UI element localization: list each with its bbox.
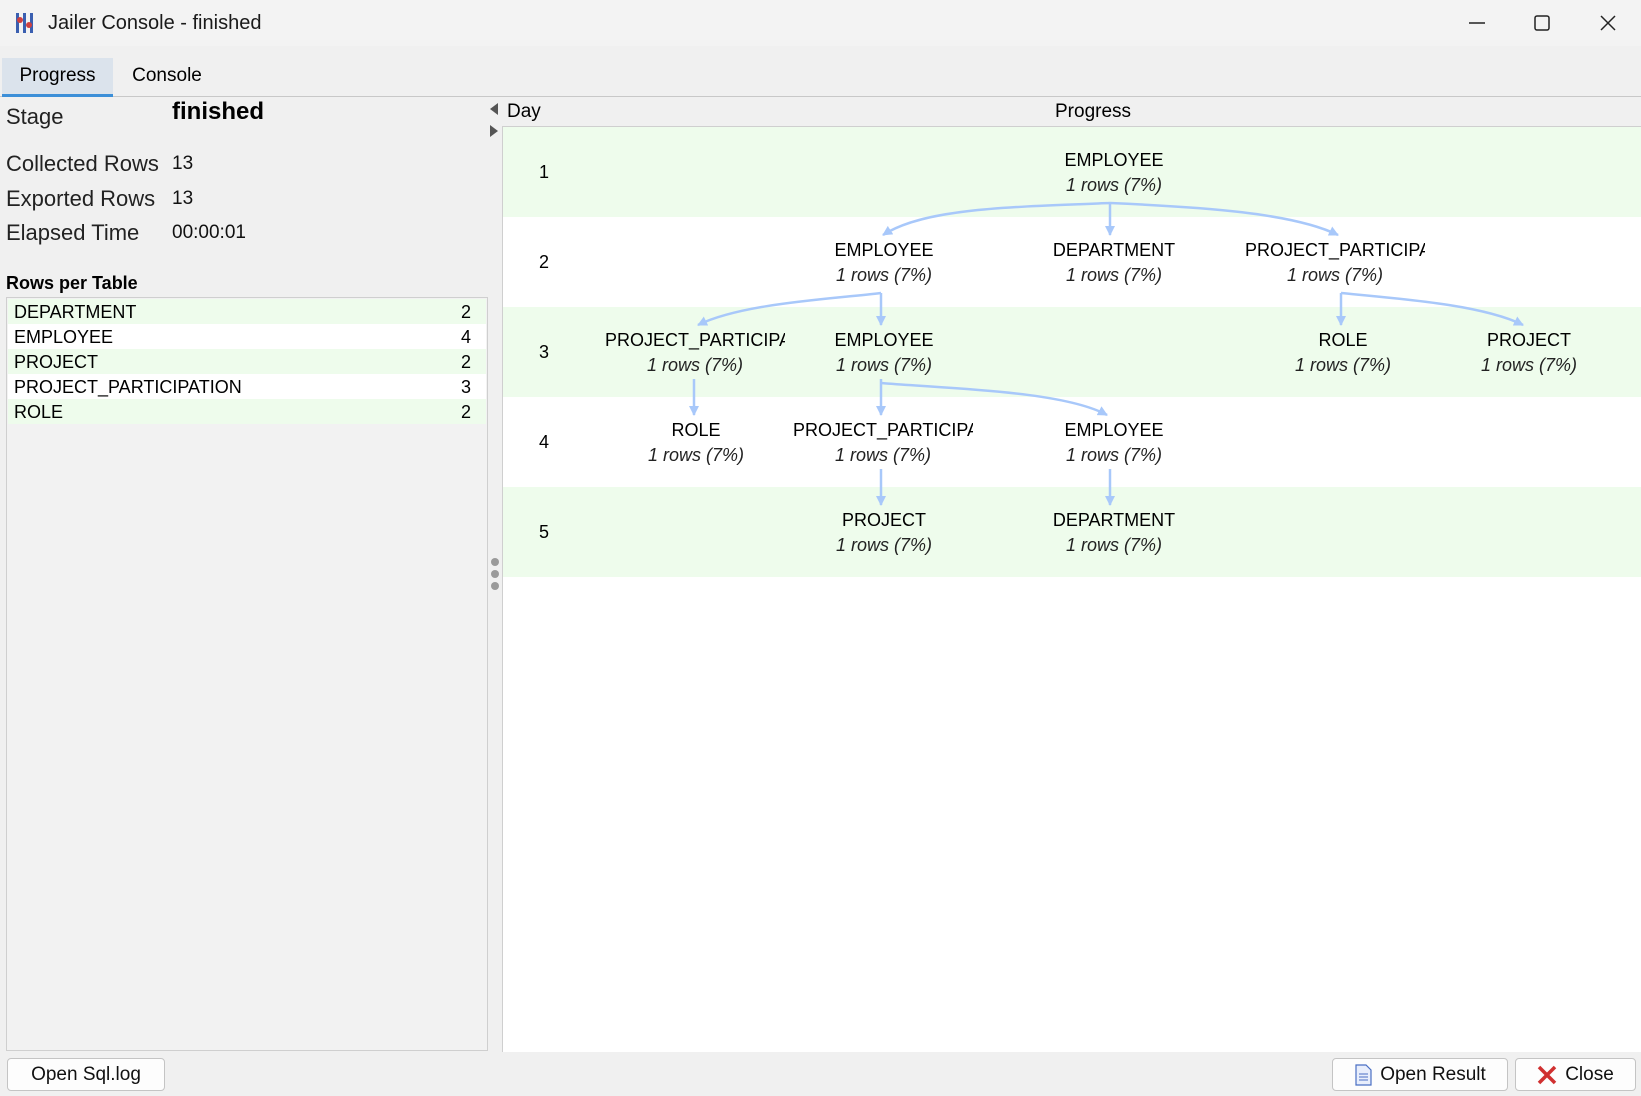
- day-column-header: Day: [507, 101, 541, 122]
- minimize-button[interactable]: [1445, 0, 1509, 46]
- table-row[interactable]: EMPLOYEE 4: [8, 324, 486, 349]
- graph-node[interactable]: PROJECT_PARTICIPA 1 rows (7%): [605, 330, 785, 376]
- node-table: EMPLOYEE: [834, 240, 934, 260]
- node-table: PROJECT_PARTICIPA: [605, 330, 785, 350]
- row-count: 2: [460, 402, 471, 422]
- elapsed-time-value: 00:00:01: [172, 222, 246, 243]
- node-table: PROJECT: [1486, 330, 1571, 350]
- node-table: PROJECT_PARTICIPA: [1245, 240, 1425, 260]
- stage-label: Stage: [6, 104, 64, 129]
- node-rows: 1 rows (7%): [835, 265, 933, 285]
- table-name: PROJECT: [14, 352, 99, 372]
- table-name: DEPARTMENT: [14, 302, 137, 322]
- node-table: DEPARTMENT: [1052, 240, 1176, 260]
- node-rows: 1 rows (7%): [1294, 355, 1392, 375]
- close-button[interactable]: Close: [1515, 1058, 1636, 1091]
- table-name: PROJECT_PARTICIPATION: [14, 377, 242, 397]
- node-rows: 1 rows (7%): [835, 355, 933, 375]
- app-icon: [13, 11, 37, 35]
- table-name: ROLE: [14, 402, 64, 422]
- close-icon: [1600, 15, 1616, 31]
- window-title: Jailer Console - finished: [48, 12, 262, 34]
- node-rows: 1 rows (7%): [1065, 445, 1163, 465]
- node-rows: 1 rows (7%): [1480, 355, 1578, 375]
- table-row[interactable]: PROJECT_PARTICIPATION 3: [8, 374, 486, 399]
- document-icon: [1355, 1063, 1372, 1086]
- minimize-icon: [1469, 22, 1485, 24]
- splitter-grip[interactable]: [491, 582, 499, 590]
- maximize-button[interactable]: [1510, 0, 1574, 46]
- collected-rows-value: 13: [172, 153, 194, 174]
- node-table: ROLE: [671, 420, 721, 440]
- node-rows: 1 rows (7%): [1065, 175, 1163, 195]
- maximize-icon: [1534, 15, 1550, 31]
- table-row[interactable]: DEPARTMENT 2: [8, 299, 486, 324]
- stage-value: finished: [172, 98, 265, 125]
- graph-node[interactable]: EMPLOYEE 1 rows (7%): [1014, 150, 1214, 196]
- exported-rows-value: 13: [172, 188, 194, 209]
- open-result-button[interactable]: Open Result: [1332, 1058, 1508, 1091]
- graph-node[interactable]: PROJECT_PARTICIPA 1 rows (7%): [1245, 240, 1425, 286]
- graph-node[interactable]: EMPLOYEE 1 rows (7%): [784, 240, 984, 286]
- splitter-grip[interactable]: [491, 558, 499, 566]
- row-count: 2: [460, 302, 471, 322]
- elapsed-time-label: Elapsed Time: [6, 220, 140, 245]
- graph-node[interactable]: EMPLOYEE 1 rows (7%): [1014, 420, 1214, 466]
- open-sql-log-button[interactable]: Open Sql.log: [7, 1058, 165, 1091]
- graph-node[interactable]: DEPARTMENT 1 rows (7%): [1014, 510, 1214, 556]
- row-count: 3: [460, 377, 471, 397]
- node-table: DEPARTMENT: [1052, 510, 1176, 530]
- open-result-label: Open Result: [1380, 1063, 1486, 1085]
- rows-per-table-heading: Rows per Table: [6, 273, 138, 293]
- progress-column-header: Progress: [1055, 101, 1132, 122]
- progress-graph: 1 2 3 4 5 EMPLOYEE 1 rows (7%) EMPLOYEE 1 …: [502, 126, 1641, 1052]
- row-count: 2: [460, 352, 471, 372]
- node-rows: 1 rows (7%): [647, 445, 745, 465]
- node-table: EMPLOYEE: [834, 330, 934, 350]
- tab-progress[interactable]: Progress: [2, 58, 113, 97]
- collapse-left-icon[interactable]: [490, 102, 498, 120]
- graph-node[interactable]: DEPARTMENT 1 rows (7%): [1014, 240, 1214, 286]
- node-rows: 1 rows (7%): [646, 355, 744, 375]
- red-x-icon: [1537, 1065, 1557, 1084]
- table-name: EMPLOYEE: [14, 327, 114, 347]
- expand-right-icon[interactable]: [490, 124, 498, 142]
- node-rows: 1 rows (7%): [1065, 265, 1163, 285]
- close-window-button[interactable]: [1576, 0, 1640, 46]
- table-row[interactable]: PROJECT 2: [8, 349, 486, 374]
- node-table: EMPLOYEE: [1064, 150, 1164, 170]
- close-label: Close: [1565, 1063, 1614, 1085]
- graph-node[interactable]: PROJECT_PARTICIPA 1 rows (7%): [793, 420, 973, 466]
- graph-node[interactable]: PROJECT 1 rows (7%): [1429, 330, 1629, 376]
- node-rows: 1 rows (7%): [835, 535, 933, 555]
- node-rows: 1 rows (7%): [1286, 265, 1384, 285]
- graph-node[interactable]: EMPLOYEE 1 rows (7%): [784, 330, 984, 376]
- node-table: ROLE: [1318, 330, 1368, 350]
- node-rows: 1 rows (7%): [834, 445, 932, 465]
- node-table: EMPLOYEE: [1064, 420, 1164, 440]
- graph-node[interactable]: ROLE 1 rows (7%): [1243, 330, 1443, 376]
- rows-per-table-list[interactable]: DEPARTMENT 2 EMPLOYEE 4 PROJECT 2 PROJEC…: [6, 297, 488, 1051]
- node-table: PROJECT: [841, 510, 926, 530]
- tab-bar: [0, 58, 1641, 97]
- tab-console[interactable]: Console: [116, 58, 218, 94]
- collected-rows-label: Collected Rows: [6, 151, 159, 176]
- graph-node[interactable]: ROLE 1 rows (7%): [596, 420, 796, 466]
- graph-node[interactable]: PROJECT 1 rows (7%): [784, 510, 984, 556]
- node-rows: 1 rows (7%): [1065, 535, 1163, 555]
- exported-rows-label: Exported Rows: [6, 186, 156, 211]
- table-row[interactable]: ROLE 2: [8, 399, 486, 424]
- splitter-grip[interactable]: [491, 570, 499, 578]
- node-table: PROJECT_PARTICIPA: [793, 420, 973, 440]
- row-count: 4: [460, 327, 471, 347]
